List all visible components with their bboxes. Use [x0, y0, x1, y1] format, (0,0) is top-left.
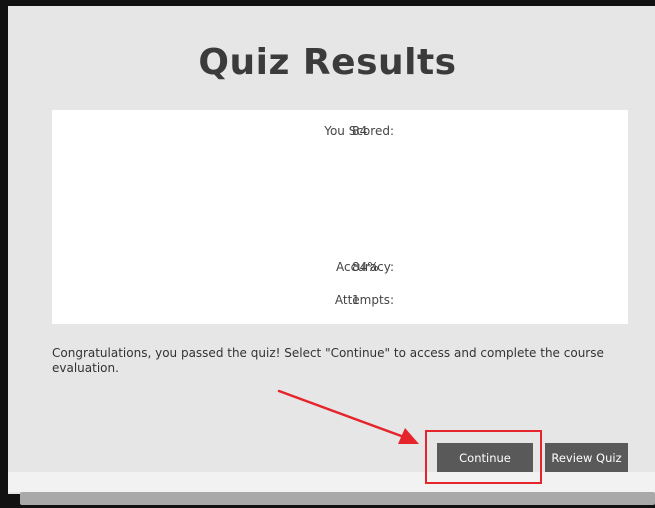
- red-arrow-icon: [277, 389, 419, 444]
